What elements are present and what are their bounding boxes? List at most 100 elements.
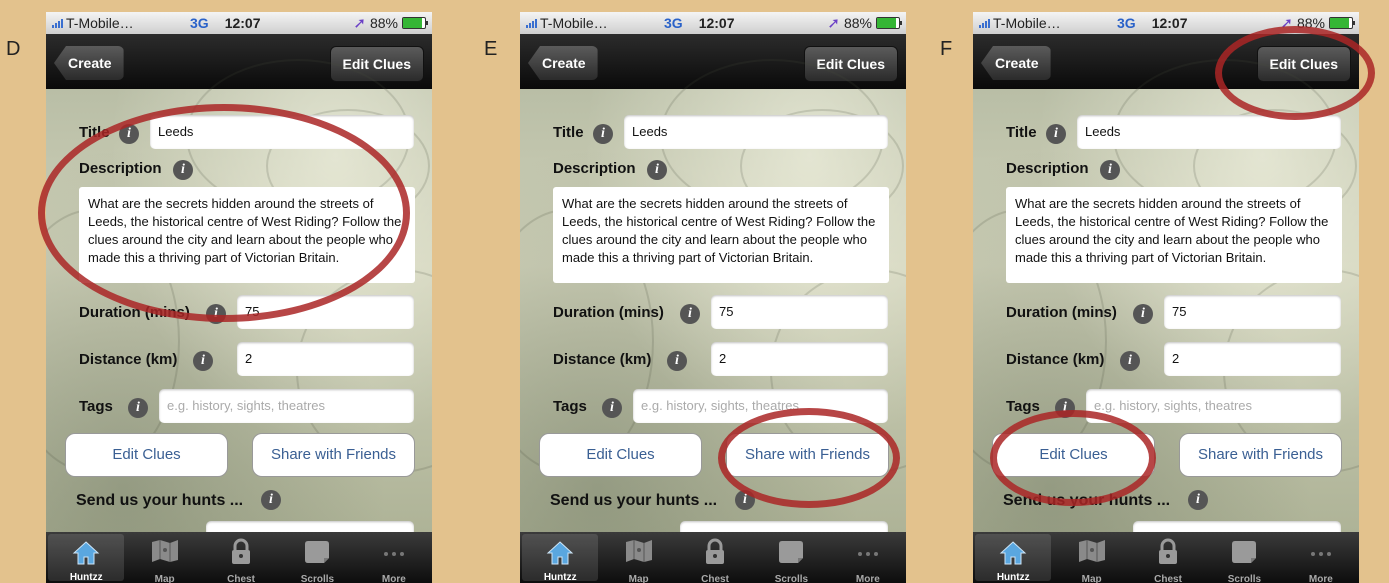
home-icon [546, 540, 574, 569]
info-icon[interactable]: i [647, 160, 667, 180]
tab-label: Map [1081, 574, 1102, 583]
battery-icon [1329, 17, 1355, 29]
location-arrow-icon: ➚ [827, 15, 840, 32]
signal-icon [526, 18, 537, 28]
tab-more[interactable]: More [1283, 532, 1359, 583]
info-icon[interactable]: i [193, 351, 213, 371]
network-type: 3G [190, 15, 209, 31]
tab-huntzz[interactable]: Huntzz [48, 534, 125, 583]
battery-level [1330, 18, 1350, 28]
tab-label: More [381, 574, 406, 583]
highlight-ring [990, 410, 1156, 506]
tab-chest[interactable]: Chest [203, 532, 279, 583]
scroll-icon [1229, 538, 1259, 569]
more-dots-icon [855, 538, 881, 567]
duration-input[interactable]: 75 [1164, 295, 1341, 329]
edit-clues-button[interactable]: Edit Clues [65, 433, 228, 477]
title-input[interactable]: Leeds [624, 115, 888, 149]
distance-label: Distance (km) [79, 351, 178, 368]
signal-icon [979, 18, 990, 28]
title-label: Title [553, 124, 584, 141]
panel-label: E [484, 38, 498, 60]
info-icon[interactable]: i [1120, 351, 1140, 371]
create-back-button[interactable]: Create [981, 46, 1051, 80]
signal-icon [52, 18, 63, 28]
info-icon[interactable]: i [1046, 124, 1066, 144]
duration-label: Duration (mins) [1006, 304, 1117, 321]
tab-huntzz[interactable]: Huntzz [522, 534, 599, 583]
tab-more[interactable]: More [830, 532, 906, 583]
distance-input[interactable]: 2 [237, 342, 414, 376]
panel-label: D [6, 38, 21, 60]
map-icon [624, 538, 654, 567]
battery-icon [876, 17, 902, 29]
info-icon[interactable]: i [1100, 160, 1120, 180]
tab-scrolls[interactable]: Scrolls [1206, 532, 1282, 583]
duration-input[interactable]: 75 [711, 295, 888, 329]
tab-huntzz[interactable]: Huntzz [975, 534, 1052, 583]
title-label: Title [1006, 124, 1037, 141]
info-icon[interactable]: i [593, 124, 613, 144]
tab-label: Huntzz [69, 572, 103, 583]
tab-map[interactable]: Map [126, 532, 202, 583]
highlight-ring [38, 104, 410, 322]
highlight-ring [1215, 26, 1375, 120]
info-icon[interactable]: i [261, 490, 281, 510]
tab-label: Huntzz [543, 572, 577, 583]
create-back-button[interactable]: Create [528, 46, 598, 80]
title-input[interactable]: Leeds [1077, 115, 1341, 149]
tab-label: More [1308, 574, 1333, 583]
tab-label: Chest [227, 574, 255, 583]
info-icon[interactable]: i [602, 398, 622, 418]
clock: 12:07 [224, 15, 261, 31]
lock-icon [229, 538, 253, 569]
send-hunts-label: Send us your hunts ... [550, 492, 718, 509]
info-icon[interactable]: i [667, 351, 687, 371]
carrier-name: T-Mobile… [993, 15, 1061, 31]
tab-scrolls[interactable]: Scrolls [279, 532, 355, 583]
description-textarea[interactable]: What are the secrets hidden around the s… [553, 187, 889, 283]
tab-label: Scrolls [1227, 574, 1262, 583]
tab-map[interactable]: Map [1053, 532, 1129, 583]
distance-label: Distance (km) [553, 351, 652, 368]
share-with-friends-button[interactable]: Share with Friends [1179, 433, 1342, 477]
edit-clues-button[interactable]: Edit Clues [539, 433, 702, 477]
description-textarea[interactable]: What are the secrets hidden around the s… [1006, 187, 1342, 283]
distance-input[interactable]: 2 [1164, 342, 1341, 376]
map-icon [1077, 538, 1107, 567]
create-back-button[interactable]: Create [54, 46, 124, 80]
tags-input[interactable]: e.g. history, sights, theatres [159, 389, 414, 423]
tags-label: Tags [1006, 398, 1040, 415]
status-bar: T-Mobile… 3G 12:07 ➚ 88% [46, 12, 432, 34]
highlight-ring [718, 408, 900, 508]
battery-percent: 88% [843, 15, 872, 31]
info-icon[interactable]: i [1133, 304, 1153, 324]
carrier-name: T-Mobile… [66, 15, 134, 31]
tab-label: Scrolls [774, 574, 809, 583]
home-icon [999, 540, 1027, 569]
scroll-icon [302, 538, 332, 569]
panel-label: F [940, 38, 953, 60]
tab-bar: Huntzz Map Chest Scrolls More [973, 532, 1359, 583]
map-icon [150, 538, 180, 567]
info-icon[interactable]: i [680, 304, 700, 324]
share-with-friends-button[interactable]: Share with Friends [252, 433, 415, 477]
tab-more[interactable]: More [356, 532, 432, 583]
info-icon[interactable]: i [128, 398, 148, 418]
battery-percent: 88% [369, 15, 398, 31]
battery-level [877, 18, 897, 28]
tab-chest[interactable]: Chest [1130, 532, 1206, 583]
distance-input[interactable]: 2 [711, 342, 888, 376]
info-icon[interactable]: i [1188, 490, 1208, 510]
tags-input[interactable]: e.g. history, sights, theatres [1086, 389, 1341, 423]
scroll-icon [776, 538, 806, 569]
tab-label: Scrolls [300, 574, 335, 583]
tab-label: Huntzz [996, 572, 1030, 583]
tab-map[interactable]: Map [600, 532, 676, 583]
battery-level [403, 18, 423, 28]
more-dots-icon [1308, 538, 1334, 567]
lock-icon [703, 538, 727, 569]
tab-chest[interactable]: Chest [677, 532, 753, 583]
tab-scrolls[interactable]: Scrolls [753, 532, 829, 583]
battery-icon [402, 17, 428, 29]
